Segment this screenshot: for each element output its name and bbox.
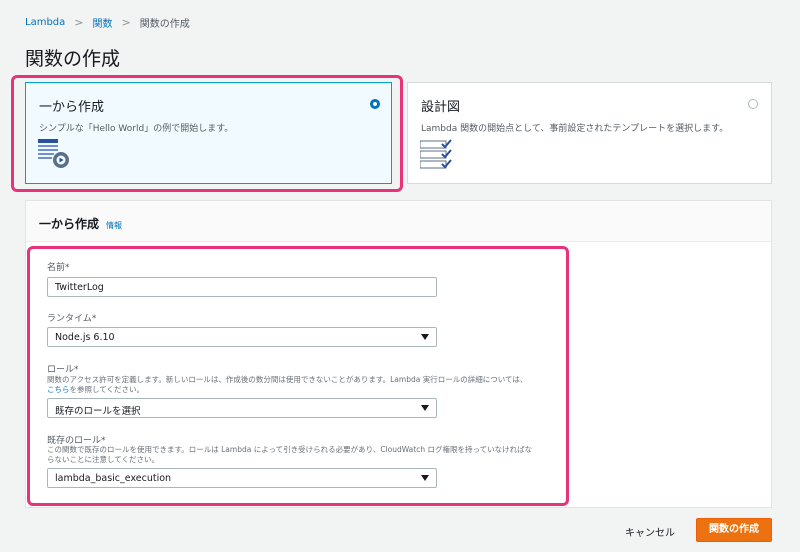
create-function-button[interactable]: 関数の作成 [696,518,772,542]
option-description: Lambda 関数の開始点として、事前設定されたテンプレートを選択します。 [421,124,729,134]
breadcrumb: Lambda > 関数 > 関数の作成 [25,15,190,30]
chevron-right-icon: > [121,16,131,29]
breadcrumb-functions[interactable]: 関数 [92,15,112,30]
blueprint-checklist-icon [419,139,454,175]
info-link[interactable]: 情報 [106,220,122,231]
page-title: 関数の作成 [25,48,121,70]
option-title: 設計図 [421,100,461,115]
cancel-button[interactable]: キャンセル [625,524,675,539]
panel-header: 一から作成 情報 [26,201,771,242]
annotation-highlight-form [27,246,569,506]
chevron-right-icon: > [74,16,84,29]
breadcrumb-lambda[interactable]: Lambda [25,17,65,28]
option-blueprint[interactable]: 設計図 Lambda 関数の開始点として、事前設定されたテンプレートを選択します… [407,82,772,184]
annotation-highlight-option [11,75,403,192]
radio-blueprint[interactable] [748,99,758,109]
breadcrumb-current: 関数の作成 [139,19,190,30]
panel-title: 一から作成 [39,217,100,231]
